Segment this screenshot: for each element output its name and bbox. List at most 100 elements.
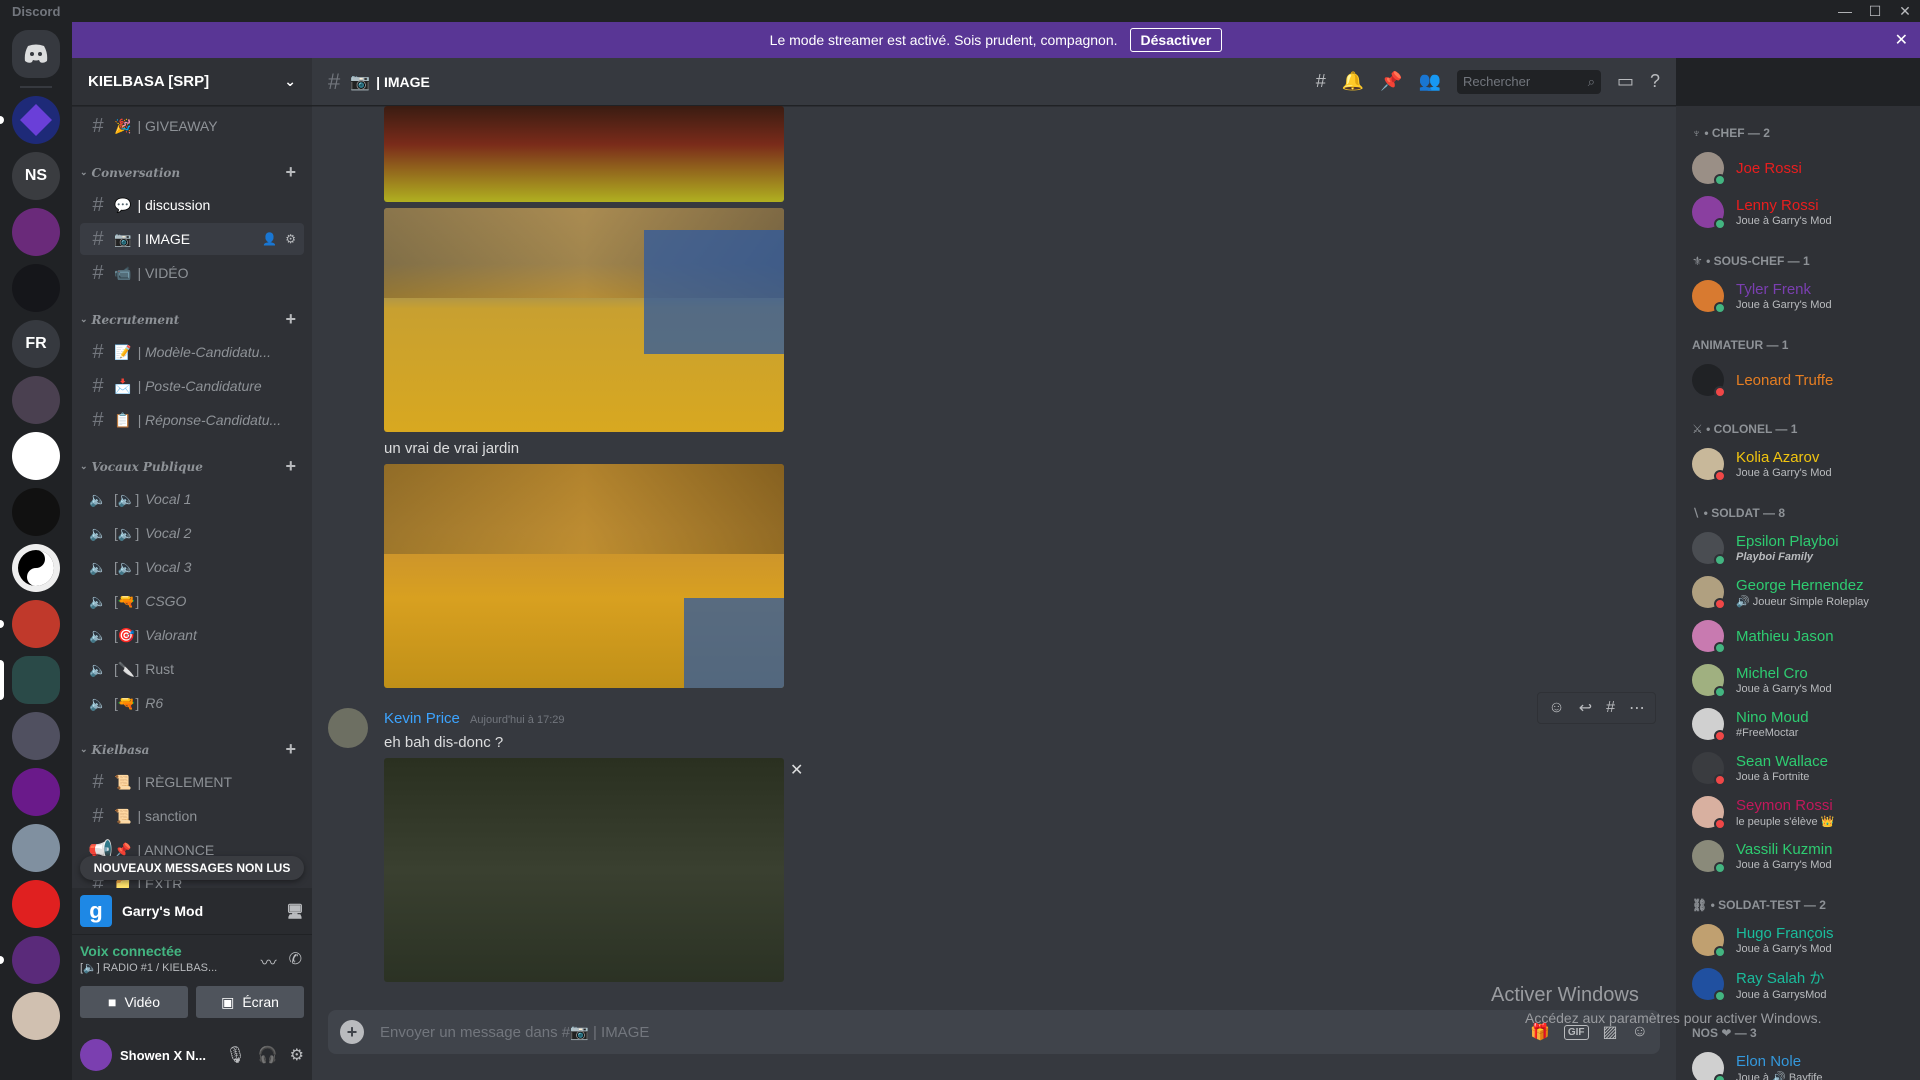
channel-image[interactable]: # 📷 | IMAGE 👤 ⚙: [80, 223, 304, 255]
add-channel-icon[interactable]: +: [285, 456, 296, 477]
category-kielbasa[interactable]: ⌄ Kielbasa +: [72, 721, 312, 764]
gif-button[interactable]: GIF: [1563, 1024, 1589, 1040]
member-item[interactable]: Mathieu Jason: [1692, 614, 1920, 658]
add-channel-icon[interactable]: +: [285, 162, 296, 183]
video-button[interactable]: ■ Vidéo: [80, 986, 188, 1018]
server-icon[interactable]: [12, 824, 60, 872]
add-reaction-icon[interactable]: ☺: [1548, 699, 1564, 717]
reply-icon[interactable]: ↩: [1579, 698, 1592, 718]
member-item[interactable]: Lenny Rossi Joue à Garry's Mod: [1692, 190, 1920, 234]
category-vocaux-publique[interactable]: ⌄ Vocaux Publique +: [72, 438, 312, 481]
server-icon[interactable]: [12, 488, 60, 536]
invite-icon[interactable]: 👤: [262, 232, 277, 246]
home-button[interactable]: [12, 30, 60, 78]
channel-sanction[interactable]: # 📜 | sanction: [80, 800, 304, 832]
member-item[interactable]: Michel Cro Joue à Garry's Mod: [1692, 658, 1920, 702]
new-unread-messages-bar[interactable]: NOUVEAUX MESSAGES NON LUS: [80, 856, 304, 880]
server-icon-fr[interactable]: FR: [12, 320, 60, 368]
maximize-button[interactable]: ☐: [1860, 0, 1890, 22]
server-icon[interactable]: [12, 880, 60, 928]
member-item[interactable]: Vassili Kuzmin Joue à Garry's Mod: [1692, 834, 1920, 878]
channel-modele-candidature[interactable]: # 📝 | Modèle-Candidatu...: [80, 336, 304, 368]
username[interactable]: Showen X N...: [120, 1048, 206, 1063]
member-item[interactable]: Kolia Azarov Joue à Garry's Mod: [1692, 442, 1920, 486]
pin-icon[interactable]: 📌: [1380, 71, 1402, 92]
threads-icon[interactable]: #: [1316, 71, 1326, 92]
screen-share-button[interactable]: ▣ Écran: [196, 986, 304, 1018]
voice-channel[interactable]: 🔈 [🔫] CSGO: [80, 585, 304, 617]
help-icon[interactable]: ?: [1650, 71, 1660, 92]
server-icon[interactable]: [12, 264, 60, 312]
message-image[interactable]: [384, 106, 784, 202]
channel-discussion[interactable]: # 💬 | discussion: [80, 189, 304, 221]
server-icon-band-of-brothers[interactable]: [12, 992, 60, 1040]
add-attachment-icon[interactable]: +: [340, 1020, 364, 1044]
channel-video[interactable]: # 📹 | VIDÉO: [80, 257, 304, 289]
channel-giveaway[interactable]: # 🎉 | GIVEAWAY: [80, 110, 304, 142]
member-item[interactable]: Joe Rossi: [1692, 146, 1920, 190]
server-icon-active[interactable]: [0, 656, 60, 704]
member-item[interactable]: Hugo François Joue à Garry's Mod: [1692, 918, 1920, 962]
server-icon[interactable]: [0, 96, 60, 144]
server-icon[interactable]: [12, 712, 60, 760]
server-icon-ford[interactable]: [12, 768, 60, 816]
member-item[interactable]: Elon Nole Joue à 🔊 Bayfife: [1692, 1046, 1920, 1080]
member-item[interactable]: Nino Moud #FreeMoctar: [1692, 702, 1920, 746]
member-item[interactable]: Ray Salah か Joue à GarrysMod: [1692, 962, 1920, 1006]
noise-suppression-icon[interactable]: 〰: [261, 949, 277, 973]
member-item[interactable]: Epsilon Playboi Playboi Family: [1692, 526, 1920, 570]
voice-channel[interactable]: 🔈 [🔪] Rust: [80, 653, 304, 685]
server-icon[interactable]: [12, 208, 60, 256]
category-conversation[interactable]: ⌄ Conversation +: [72, 144, 312, 187]
voice-channel[interactable]: 🔈 [🔈] Vocal 2: [80, 517, 304, 549]
message-composer[interactable]: + Envoyer un message dans #📷 | IMAGE 🎁 G…: [328, 1010, 1660, 1054]
server-header[interactable]: KIELBASA [SRP] ⌄: [72, 58, 312, 106]
channel-reponse-candidature[interactable]: # 📋 | Réponse-Candidatu...: [80, 404, 304, 436]
close-icon[interactable]: ✕: [790, 760, 803, 780]
thread-icon[interactable]: #: [1606, 699, 1615, 717]
voice-channel[interactable]: 🔈 [🔈] Vocal 3: [80, 551, 304, 583]
headphones-icon[interactable]: 🎧: [258, 1045, 278, 1065]
disconnect-icon[interactable]: ✆: [289, 949, 302, 973]
server-icon[interactable]: [12, 376, 60, 424]
banner-text: Le mode streamer est activé. Sois pruden…: [769, 32, 1118, 48]
avatar[interactable]: [80, 1039, 112, 1071]
server-icon-ns[interactable]: NS: [12, 152, 60, 200]
search-input[interactable]: Rechercher ⌕: [1456, 69, 1601, 94]
server-icon[interactable]: [12, 432, 60, 480]
voice-channel[interactable]: 🔈 [🔈] Vocal 1: [80, 483, 304, 515]
avatar[interactable]: [328, 708, 368, 748]
channel-reglement[interactable]: # 📜 | RÈGLEMENT: [80, 766, 304, 798]
member-item[interactable]: Leonard Truffe: [1692, 358, 1920, 402]
member-item[interactable]: Sean Wallace Joue à Fortnite: [1692, 746, 1920, 790]
member-item[interactable]: Seymon Rossi le peuple s'élève 👑: [1692, 790, 1920, 834]
voice-channel[interactable]: 🔈 [🔫] R6: [80, 687, 304, 719]
yin-yang-server-icon[interactable]: [12, 544, 60, 592]
author-name[interactable]: Kevin Price: [384, 710, 460, 727]
member-activity: Joue à Garry's Mod: [1736, 859, 1832, 871]
more-icon[interactable]: ⋯: [1629, 698, 1645, 718]
disable-streamer-button[interactable]: Désactiver: [1129, 28, 1223, 52]
member-item[interactable]: Tyler Frenk Joue à Garry's Mod: [1692, 274, 1920, 318]
channel-poste-candidature[interactable]: # 📩 | Poste-Candidature: [80, 370, 304, 402]
close-icon[interactable]: ✕: [1895, 30, 1908, 50]
server-icon[interactable]: [0, 936, 60, 984]
server-icon[interactable]: [0, 600, 60, 648]
member-item[interactable]: George Hernendez 🔊 Joueur Simple Roleplay: [1692, 570, 1920, 614]
gear-icon[interactable]: ⚙: [290, 1045, 304, 1065]
add-channel-icon[interactable]: +: [285, 739, 296, 760]
add-channel-icon[interactable]: +: [285, 309, 296, 330]
message-image[interactable]: [384, 208, 784, 432]
microphone-icon[interactable]: 🎙: [225, 1045, 245, 1065]
voice-channel[interactable]: 🔈 [🎯] Valorant: [80, 619, 304, 651]
inbox-icon[interactable]: ▭: [1617, 71, 1634, 92]
category-recrutement[interactable]: ⌄ Recrutement +: [72, 291, 312, 334]
message-image[interactable]: [384, 464, 784, 688]
gear-icon[interactable]: ⚙: [285, 232, 296, 246]
minimize-button[interactable]: —: [1830, 0, 1860, 22]
close-window-button[interactable]: ✕: [1890, 0, 1920, 22]
bell-icon[interactable]: 🔔: [1342, 71, 1364, 92]
screen-share-icon[interactable]: 🖥: [286, 903, 304, 920]
message-image[interactable]: [384, 758, 784, 982]
members-icon[interactable]: 👥: [1419, 71, 1441, 92]
